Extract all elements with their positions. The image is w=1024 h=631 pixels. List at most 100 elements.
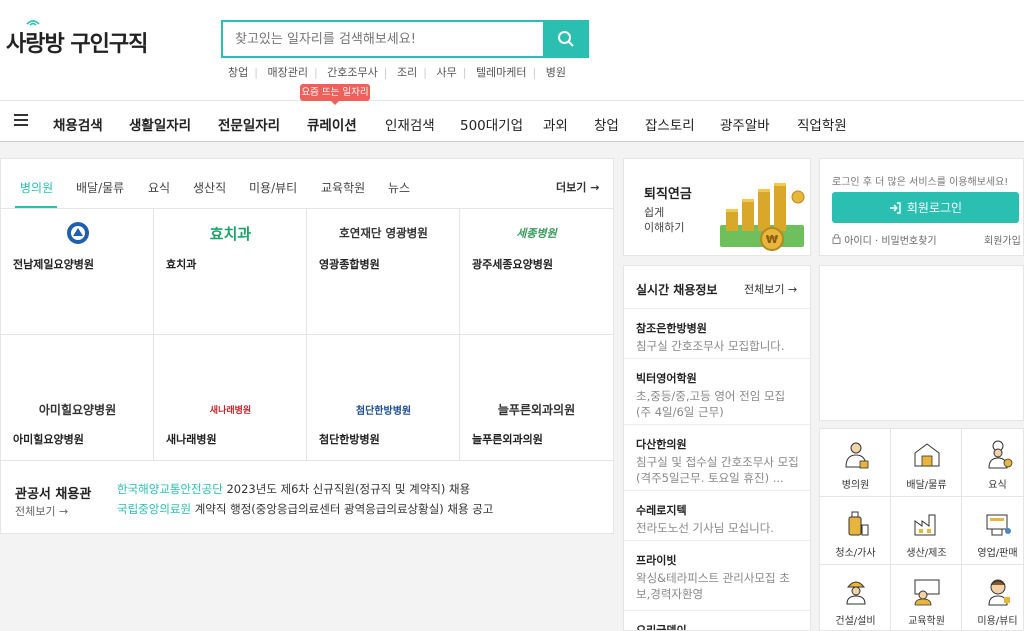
member-login-button[interactable]: 회원로그인 [832, 192, 1019, 223]
realtime-job-item[interactable]: 수레로지텍 전라도노선 기사님 모십니다. [624, 490, 810, 540]
category-construction[interactable]: 건설/설비 [820, 565, 891, 631]
job-description: 침구실 및 접수실 간호조무사 모집(격주5일근무. 토요일 휴진) ... [636, 455, 799, 485]
employer-card[interactable]: 세종병원 광주세종요양병원 [460, 209, 613, 335]
public-job-title: 2023년도 제6차 신규직원(정규직 및 계약직) 채용 [222, 482, 471, 496]
employer-name: 첨단한방병원 [319, 433, 380, 446]
employer-card[interactable]: 전남제일요양병원 [1, 209, 154, 335]
job-description: 침구실 간호조무사 모집합니다. [636, 339, 785, 353]
employer-name: 아미힐요양병원 [13, 433, 84, 446]
category-cleaning[interactable]: 청소/가사 [820, 497, 891, 565]
join-link[interactable]: 회원가입 [984, 232, 1021, 247]
employer-card[interactable]: 호연재단 영광병원 영광종합병원 [307, 209, 460, 335]
active-tab-indicator [15, 206, 57, 208]
login-box: 로그인 후 더 많은 서비스를 이용해보세요! 회원로그인 아이디 · 비밀번호… [819, 158, 1024, 256]
more-link[interactable]: 더보기 → [556, 179, 599, 195]
public-job-item[interactable]: 한국해양교통안전공단 2023년도 제6차 신규직원(정규직 및 계약직) 채용 [117, 481, 470, 497]
keyword-link[interactable]: 사무 [436, 66, 456, 79]
public-jobs-title: 관공서 채용관 [15, 487, 92, 502]
realtime-more-link[interactable]: 전체보기 → [744, 281, 797, 297]
employer-card[interactable]: 아미힐요양병원 아미힐요양병원 [1, 335, 154, 461]
category-label: 교육학원 [908, 616, 945, 627]
realtime-job-item[interactable]: 프라이빗 왁싱&테라피스트 관리사모집 초보,경력자환영 [624, 540, 810, 606]
public-job-title: 계약직 행정(중앙응급의료센터 광역응급의료상황실) 채용 공고 [191, 502, 494, 516]
beauty-icon [988, 579, 1010, 606]
tab-hospital[interactable]: 병의원 [20, 179, 53, 196]
nav-item-life-jobs[interactable]: 생활일자리 [129, 114, 191, 134]
category-label: 생산/제조 [906, 548, 947, 559]
keyword-link[interactable]: 창업 [228, 66, 248, 79]
nav-item-talent-search[interactable]: 인재검색 [385, 114, 435, 134]
employer-logo: 늘푸른외과의원 [460, 397, 613, 421]
realtime-job-item[interactable]: 다산한의원 침구실 및 접수실 간호조무사 모집(격주5일근무. 토요일 휴진)… [624, 424, 810, 490]
nav-item-job-search[interactable]: 채용검색 [53, 114, 103, 134]
realtime-more-label: 전체보기 [744, 283, 785, 296]
svg-text:₩: ₩ [766, 233, 778, 246]
nav-item-top500[interactable]: 500대기업 [460, 114, 523, 134]
header: 사랑방 구인구직 창업| 매장관리| 간호조무사| 조리| 사무| 텔레마케터|… [0, 0, 1024, 100]
employer-card[interactable]: 효치과 효치과 [154, 209, 307, 335]
wifi-icon [26, 20, 40, 26]
category-food[interactable]: 요식 [962, 429, 1024, 497]
employer-card[interactable]: 늘푸른외과의원 늘푸른외과의원 [460, 335, 613, 461]
employer-logo: 새나래병원 [154, 397, 307, 421]
realtime-job-item[interactable]: 오리궁뎅이 [624, 610, 810, 630]
nav-item-pro-jobs[interactable]: 전문일자리 [218, 114, 280, 134]
nav-item-academy[interactable]: 직업학원 [797, 114, 847, 134]
category-delivery[interactable]: 배달/물류 [891, 429, 962, 497]
main-nav: 채용검색 생활일자리 전문일자리 큐레이션 인재검색 500대기업 과외 창업 … [0, 100, 1024, 142]
category-label: 병의원 [841, 480, 870, 491]
keyword-link[interactable]: 텔레마케터 [476, 66, 527, 79]
category-sales[interactable]: 영업/판매 [962, 497, 1024, 565]
keyword-link[interactable]: 병원 [546, 66, 566, 79]
search-button[interactable] [543, 20, 589, 58]
employer-card[interactable]: 첨단한방병원 첨단한방병원 [307, 335, 460, 461]
banner-line1: 쉽게 [644, 206, 665, 219]
sales-icon [986, 514, 1011, 536]
nav-item-tutoring[interactable]: 과외 [543, 114, 568, 134]
public-more-link[interactable]: 전체보기 → [15, 503, 68, 519]
realtime-job-item[interactable]: 빅터영어학원 초,중등/중,고등 영어 전임 모집 (주 4일/6일 근무) [624, 358, 810, 424]
category-beauty[interactable]: 미용/뷰티 [962, 565, 1024, 631]
category-tabs: 병의원 배달/물류 요식 생산직 미용/뷰티 교육학원 뉴스 더보기 → [1, 159, 613, 209]
nav-item-curation[interactable]: 큐레이션 [307, 114, 357, 134]
nav-item-startup[interactable]: 창업 [594, 114, 619, 134]
tab-food[interactable]: 요식 [148, 179, 170, 196]
teacher-icon [914, 579, 940, 606]
search-input[interactable] [223, 22, 541, 56]
employer-logo: 호연재단 영광병원 [307, 221, 460, 245]
site-logo[interactable]: 사랑방 구인구직 [6, 20, 148, 58]
tab-news[interactable]: 뉴스 [388, 179, 410, 196]
keyword-link[interactable]: 매장관리 [267, 66, 307, 79]
public-job-item[interactable]: 국립중앙의료원 계약직 행정(중앙응급의료센터 광역응급의료상황실) 채용 공고 [117, 501, 493, 517]
keyword-link[interactable]: 간호조무사 [327, 66, 378, 79]
category-hospital[interactable]: 병의원 [820, 429, 891, 497]
keyword-link[interactable]: 조리 [397, 66, 417, 79]
employer-logo-text: 세종병원 [516, 227, 557, 240]
category-label: 배달/물류 [906, 480, 947, 491]
job-company: 참조은한방병원 [636, 322, 707, 335]
realtime-job-item[interactable]: 참조은한방병원 침구실 간호조무사 모집합니다. [624, 308, 810, 358]
banner-title: 퇴직연금 [644, 187, 692, 202]
find-account-link[interactable]: 아이디 · 비밀번호찾기 [832, 232, 937, 247]
public-more-label: 전체보기 [15, 505, 56, 518]
tab-beauty[interactable]: 미용/뷰티 [249, 179, 297, 196]
employer-logo-text: 호연재단 영광병원 [339, 226, 428, 240]
category-education[interactable]: 교육학원 [891, 565, 962, 631]
hospital-emblem-icon [66, 222, 89, 244]
tab-delivery[interactable]: 배달/물류 [76, 179, 124, 196]
chef-icon [988, 440, 1013, 469]
job-company: 수레로지텍 [636, 504, 687, 517]
tab-production[interactable]: 생산직 [193, 179, 226, 196]
nav-item-gwangju-alba[interactable]: 광주알바 [720, 114, 770, 134]
category-manufacturing[interactable]: 생산/제조 [891, 497, 962, 565]
factory-icon [914, 514, 936, 536]
employer-card[interactable]: 새나래병원 새나래병원 [154, 335, 307, 461]
tab-education[interactable]: 교육학원 [321, 179, 365, 196]
employer-name: 늘푸른외과의원 [472, 433, 543, 446]
trending-badge: 요즘 뜨는 일자리 [300, 84, 370, 105]
job-category-grid: 병의원 배달/물류 요식 청소/가사 생산/제조 영업/판매 건설/설비 교육학… [819, 428, 1024, 631]
menu-icon[interactable] [14, 114, 28, 126]
employer-name: 새나래병원 [166, 433, 217, 446]
nav-item-jobstory[interactable]: 잡스토리 [645, 114, 695, 134]
retirement-pension-banner[interactable]: 퇴직연금 쉽게 이해하기 ₩ [623, 158, 811, 256]
